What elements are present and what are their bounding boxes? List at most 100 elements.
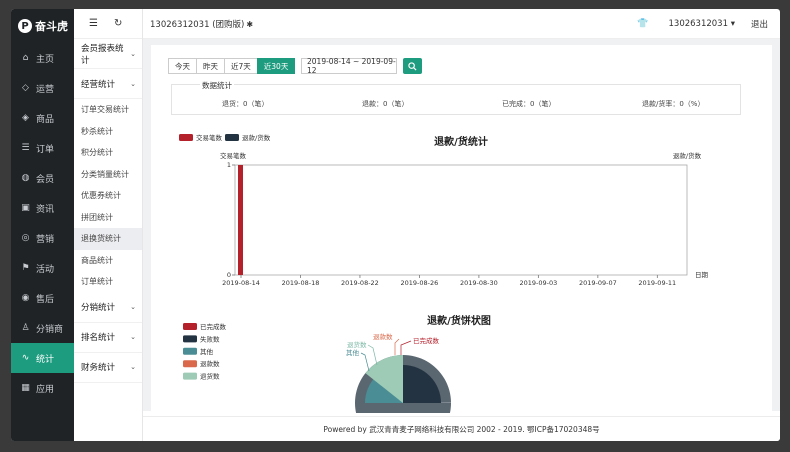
subnav-group-label: 排名统计: [81, 333, 116, 343]
chevron-down-icon: ⌄: [130, 333, 136, 341]
nav-item-11[interactable]: ▦ 应用: [11, 373, 74, 403]
logo-mark-icon: P: [18, 19, 32, 33]
x-axis-label: 日期: [695, 271, 709, 279]
chevron-down-icon: ⌄: [130, 303, 136, 311]
logout-link[interactable]: 退出: [751, 18, 768, 30]
pie-slice-label: 已完成数: [413, 336, 440, 345]
x-tick-label: 2019-09-03: [519, 279, 557, 287]
legend-label: 退款/货数: [242, 133, 271, 142]
home-icon: ⌂: [22, 53, 29, 63]
coin-icon: ◎: [21, 233, 30, 243]
pie-legend-swatch: [183, 347, 197, 355]
nav-item-2[interactable]: ◈ 商品: [11, 103, 74, 133]
bar-chart: 交易笔数 退款/货数 退款/货统计交易笔数 退款/货数012019-08-14 2019…: [179, 133, 709, 413]
shield-icon: ◇: [22, 83, 29, 93]
pie-legend-label: 失败数: [200, 334, 220, 343]
legend-label: 交易笔数: [196, 133, 223, 142]
nav-item-5[interactable]: ▣ 资讯: [11, 193, 74, 223]
subnav-item[interactable]: 订单交易统计: [74, 99, 142, 121]
subnav-group[interactable]: 经营统计 ⌄: [74, 69, 142, 99]
chevron-down-icon: ▾: [730, 19, 735, 29]
pie-title: 退款/货饼状图: [427, 314, 491, 327]
subnav-item[interactable]: 优惠券统计: [74, 185, 142, 207]
sidebar-toolbar: ☰ ↻: [74, 9, 142, 39]
user-menu[interactable]: 13026312031 ▾: [669, 19, 735, 29]
secondary-sidebar: ☰ ↻ 会员报表统计 ⌄ 经营统计 ⌄ 订单交易统计 秒杀统计 积分统计 分类销量统计 优惠券统…: [74, 9, 143, 441]
y-tick-label: 1: [227, 161, 231, 169]
shirt-icon[interactable]: 👕: [637, 19, 648, 29]
person-icon: ♙: [21, 323, 30, 333]
nav-item-3[interactable]: ☰ 订单: [11, 133, 74, 163]
subnav-item[interactable]: 商品统计: [74, 250, 142, 272]
subnav-item[interactable]: 订单统计: [74, 271, 142, 293]
nav-item-6[interactable]: ◎ 营销: [11, 223, 74, 253]
pie-slice-label: 退款数: [373, 332, 393, 341]
pie-legend-label: 退货数: [200, 372, 220, 381]
nav-item-label: 活动: [36, 264, 55, 275]
top-bar: 13026312031 (团购版) ✱ 👕 13026312031 ▾ 退出: [143, 9, 780, 39]
pie-legend-label: 其他: [200, 347, 214, 356]
y-axis-label-left: 交易笔数: [220, 151, 247, 160]
footer: Powered by 武汉青青麦子网络科技有限公司 2002 - 2019. 鄂…: [143, 416, 780, 441]
report-card: 今天 昨天 近7天 近30天 2019-08-14 ~ 2019-09-12 数据统计…: [151, 45, 772, 413]
news-icon: ▣: [21, 203, 30, 213]
x-tick-label: 2019-08-26: [401, 279, 439, 287]
nav-item-1[interactable]: ◇ 运营: [11, 73, 74, 103]
bar: [238, 165, 243, 275]
logo[interactable]: P 奋斗虎: [11, 9, 74, 43]
nav-item-4[interactable]: ◍ 会员: [11, 163, 74, 193]
nav-item-label: 主页: [36, 54, 55, 65]
subnav-item[interactable]: 秒杀统计: [74, 121, 142, 143]
y-tick-label: 0: [227, 271, 231, 279]
apps-icon: ▦: [21, 383, 30, 393]
pie-legend-label: 已完成数: [200, 322, 227, 331]
store-name-label: 13026312031 (团购版): [150, 19, 245, 30]
nav-item-7[interactable]: ⚑ 活动: [11, 253, 74, 283]
nav-item-10[interactable]: ∿ 统计: [11, 343, 74, 373]
gear-icon[interactable]: ✱: [246, 20, 253, 29]
logo-text: 奋斗虎: [35, 20, 68, 33]
pie-legend-swatch: [183, 335, 197, 343]
subnav-group[interactable]: 财务统计 ⌄: [74, 353, 142, 383]
flag-icon: ⚑: [21, 263, 30, 273]
subnav-group-label: 会员报表统计: [81, 43, 124, 66]
nav-item-label: 应用: [36, 384, 55, 395]
nav-item-8[interactable]: ◉ 售后: [11, 283, 74, 313]
nav-item-label: 售后: [36, 294, 55, 305]
list-icon: ☰: [21, 143, 30, 153]
pie-slice-label: 其他: [346, 348, 360, 357]
store-name[interactable]: 13026312031 (团购版) ✱: [150, 18, 253, 30]
nav-item-label: 分销商: [36, 324, 64, 335]
nav-item-label: 商品: [36, 114, 55, 125]
subnav-item[interactable]: 积分统计: [74, 142, 142, 164]
subnav-group-label: 分销统计: [81, 303, 116, 313]
pie-legend-swatch: [183, 360, 197, 368]
subnav-item[interactable]: 分类销量统计: [74, 164, 142, 186]
pie-slice-label: 退货数: [347, 340, 367, 349]
nav-item-9[interactable]: ♙ 分销商: [11, 313, 74, 343]
pie-leader-line: [367, 344, 378, 366]
x-tick-label: 2019-08-14: [222, 279, 260, 287]
pie-leader-line: [394, 338, 400, 355]
main-sidebar: P 奋斗虎 ⌂ 主页 ◇ 运营 ◈ 商品 ☰ 订单 ◍ 会员 ▣ 资讯 ◎ 营销 ⚑ 活动 ◉ 售后 ♙ 分销商 ∿ 统计…: [11, 9, 74, 441]
main-content: 今天 昨天 近7天 近30天 2019-08-14 ~ 2019-09-12 数据统计…: [143, 39, 780, 413]
subnav-group[interactable]: 排名统计 ⌄: [74, 323, 142, 353]
subnav-item[interactable]: 退换货统计: [74, 228, 142, 250]
subnav-group-label: 财务统计: [81, 363, 116, 373]
subnav-item[interactable]: 拼团统计: [74, 207, 142, 229]
nav-item-label: 运营: [36, 84, 55, 95]
subnav-group[interactable]: 分销统计 ⌄: [74, 293, 142, 323]
chevron-down-icon: ⌄: [130, 79, 136, 88]
chevron-down-icon: ⌄: [130, 49, 136, 58]
pie-legend-swatch: [183, 372, 197, 380]
subnav-group-label: 经营统计: [81, 79, 116, 90]
y-axis-label-right: 退款/货数: [673, 151, 702, 160]
subnav-group[interactable]: 会员报表统计 ⌄: [74, 39, 142, 69]
nav-item-0[interactable]: ⌂ 主页: [11, 43, 74, 73]
chart-title: 退款/货统计: [434, 135, 488, 148]
x-tick-label: 2019-08-22: [341, 279, 379, 287]
tag-icon: ◈: [22, 113, 29, 123]
refresh-icon[interactable]: ↻: [114, 18, 122, 29]
collapse-menu-icon[interactable]: ☰: [89, 18, 98, 29]
x-tick-label: 2019-09-11: [638, 279, 676, 287]
